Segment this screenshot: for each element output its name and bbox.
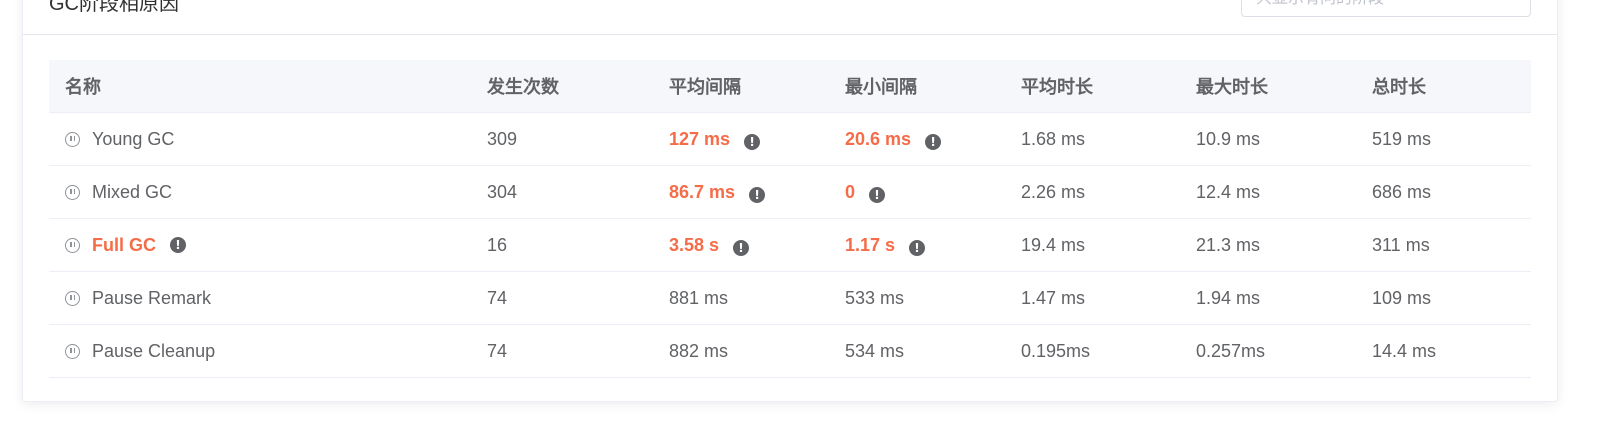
exclamation-circle-icon[interactable]: ! xyxy=(733,239,750,256)
max-duration-cell: 12.4 ms xyxy=(1180,165,1356,219)
pause-circle-icon xyxy=(65,131,80,147)
min-interval-cell: 534 ms xyxy=(829,324,1005,378)
avg-interval-value: 127 ms xyxy=(669,128,731,149)
column-header-max-duration[interactable]: 最大时长 xyxy=(1180,60,1356,113)
panel-title: GC阶段相原因 xyxy=(49,0,179,15)
column-header-avg-duration[interactable]: 平均时长 xyxy=(1005,60,1180,113)
table-row[interactable]: Pause Cleanup 74 882 ms 534 ms 0.195ms 0… xyxy=(49,324,1531,378)
total-duration-cell: 14.4 ms xyxy=(1356,324,1531,378)
avg-duration-cell: 19.4 ms xyxy=(1005,218,1180,272)
total-duration-cell: 311 ms xyxy=(1356,218,1531,272)
total-duration-cell: 519 ms xyxy=(1356,112,1531,166)
column-header-name[interactable]: 名称 xyxy=(49,60,471,113)
phase-name: Pause Cleanup xyxy=(92,340,216,361)
table-row[interactable]: Mixed GC 304 86.7 ms! 0! 2.26 ms 12.4 ms… xyxy=(49,165,1531,219)
pause-circle-icon xyxy=(65,184,80,200)
column-header-min-interval[interactable]: 最小间隔 xyxy=(829,60,1005,113)
count-cell: 304 xyxy=(471,165,653,219)
avg-interval-value: 3.58 s xyxy=(669,234,720,255)
phase-name: Full GC xyxy=(92,234,156,255)
count-cell: 74 xyxy=(471,324,653,378)
max-duration-cell: 21.3 ms xyxy=(1180,218,1356,272)
table-row[interactable]: Full GC ! 16 3.58 s! 1.17 s! 19.4 ms 21.… xyxy=(49,218,1531,272)
avg-interval-cell: 882 ms xyxy=(653,324,829,378)
avg-duration-cell: 1.47 ms xyxy=(1005,271,1180,325)
min-interval-value: 1.17 s xyxy=(845,234,896,255)
gc-phase-table: 名称 发生次数 平均间隔 最小间隔 平均时长 最大时长 总时长 Young GC… xyxy=(49,60,1531,378)
total-duration-cell: 686 ms xyxy=(1356,165,1531,219)
exclamation-circle-icon[interactable]: ! xyxy=(744,133,761,150)
gc-phase-panel: GC阶段相原因 只显示有问的阶段 名称 发生次数 平均间隔 最小间隔 平均时长 … xyxy=(22,0,1558,402)
max-duration-cell: 10.9 ms xyxy=(1180,112,1356,166)
avg-duration-cell: 1.68 ms xyxy=(1005,112,1180,166)
min-interval-value: 20.6 ms xyxy=(845,128,912,149)
count-cell: 309 xyxy=(471,112,653,166)
column-header-count[interactable]: 发生次数 xyxy=(471,60,653,113)
table-row[interactable]: Pause Remark 74 881 ms 533 ms 1.47 ms 1.… xyxy=(49,271,1531,325)
pause-circle-icon xyxy=(65,237,80,253)
max-duration-cell: 1.94 ms xyxy=(1180,271,1356,325)
max-duration-cell: 0.257ms xyxy=(1180,324,1356,378)
pause-circle-icon xyxy=(65,290,80,306)
column-header-total-duration[interactable]: 总时长 xyxy=(1356,60,1531,113)
phase-name: Mixed GC xyxy=(92,181,173,202)
phase-name: Young GC xyxy=(92,128,175,149)
panel-header: GC阶段相原因 只显示有问的阶段 xyxy=(23,0,1557,35)
avg-interval-cell: 881 ms xyxy=(653,271,829,325)
avg-duration-cell: 0.195ms xyxy=(1005,324,1180,378)
avg-interval-value: 86.7 ms xyxy=(669,181,736,202)
count-cell: 16 xyxy=(471,218,653,272)
exclamation-circle-icon[interactable]: ! xyxy=(170,237,186,253)
exclamation-circle-icon[interactable]: ! xyxy=(909,239,926,256)
exclamation-circle-icon[interactable]: ! xyxy=(869,186,886,203)
exclamation-circle-icon[interactable]: ! xyxy=(749,186,766,203)
total-duration-cell: 109 ms xyxy=(1356,271,1531,325)
phase-name: Pause Remark xyxy=(92,287,212,308)
table-header-row: 名称 发生次数 平均间隔 最小间隔 平均时长 最大时长 总时长 xyxy=(49,60,1531,113)
pause-circle-icon xyxy=(65,343,80,359)
problem-phase-filter-select[interactable]: 只显示有问的阶段 xyxy=(1241,0,1531,17)
table-row[interactable]: Young GC 309 127 ms! 20.6 ms! 1.68 ms 10… xyxy=(49,112,1531,166)
min-interval-value: 0 xyxy=(845,181,856,202)
count-cell: 74 xyxy=(471,271,653,325)
min-interval-cell: 533 ms xyxy=(829,271,1005,325)
avg-duration-cell: 2.26 ms xyxy=(1005,165,1180,219)
column-header-avg-interval[interactable]: 平均间隔 xyxy=(653,60,829,113)
exclamation-circle-icon[interactable]: ! xyxy=(925,133,942,150)
